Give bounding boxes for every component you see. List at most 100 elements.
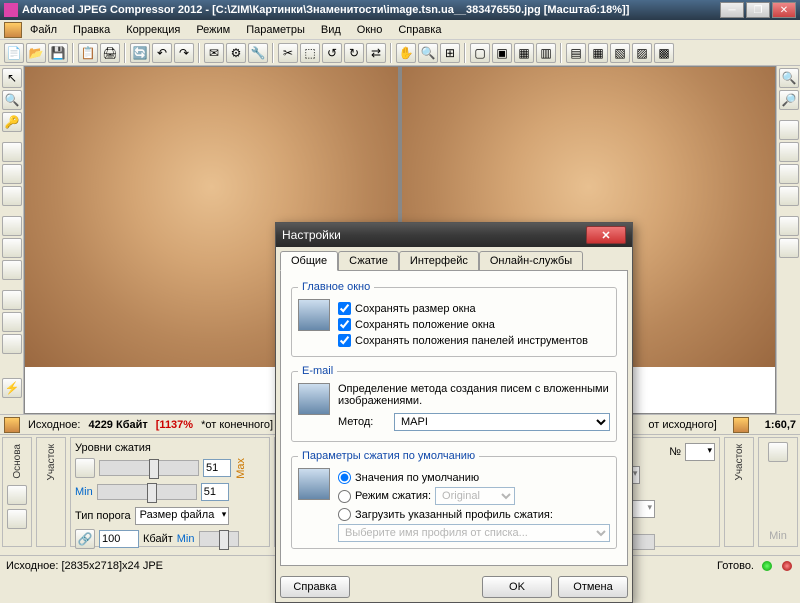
zoom-out-icon[interactable]: 🔎 xyxy=(779,90,799,110)
email-icon[interactable]: ✉ xyxy=(204,43,224,63)
tab-interface[interactable]: Интерфейс xyxy=(399,251,479,270)
result-suffix: от исходного] xyxy=(648,419,716,431)
tool-icon[interactable]: ⊞ xyxy=(440,43,460,63)
open-icon[interactable]: 📂 xyxy=(26,43,46,63)
compression-slider-2[interactable] xyxy=(97,484,197,500)
tool-icon[interactable] xyxy=(779,186,799,206)
fieldset-email: E-mail Определение метода создания писем… xyxy=(291,365,617,442)
tool-icon[interactable]: 🖨 xyxy=(100,43,120,63)
menu-view[interactable]: Вид xyxy=(313,22,349,38)
min-label: Min xyxy=(75,486,93,498)
scale-value: 1:60,7 xyxy=(765,419,796,431)
tool-icon[interactable] xyxy=(779,120,799,140)
help-button[interactable]: Справка xyxy=(280,576,350,598)
refresh-icon[interactable]: 🔄 xyxy=(130,43,150,63)
save-icon[interactable]: 💾 xyxy=(48,43,68,63)
view-icon[interactable]: ▨ xyxy=(632,43,652,63)
crop-icon[interactable]: ✂ xyxy=(278,43,298,63)
menu-file[interactable]: Файл xyxy=(22,22,65,38)
tab-online[interactable]: Онлайн-службы xyxy=(479,251,583,270)
tool-icon[interactable] xyxy=(2,164,22,184)
view-icon[interactable]: ▤ xyxy=(566,43,586,63)
unit-label: Кбайт xyxy=(143,533,173,545)
layout-icon[interactable]: ▥ xyxy=(536,43,556,63)
layout-icon[interactable]: ▦ xyxy=(514,43,534,63)
menu-mode[interactable]: Режим xyxy=(188,22,238,38)
menu-correction[interactable]: Коррекция xyxy=(118,22,188,38)
view-icon[interactable]: ▩ xyxy=(654,43,674,63)
tool-icon[interactable] xyxy=(779,238,799,258)
rotate-right-icon[interactable]: ↻ xyxy=(344,43,364,63)
compression-value-1[interactable] xyxy=(203,459,231,477)
size-slider[interactable] xyxy=(199,531,239,547)
tool-icon[interactable] xyxy=(779,216,799,236)
watermark-no-combo[interactable] xyxy=(685,443,715,461)
app-menu-icon[interactable] xyxy=(4,22,22,38)
zoom-icon[interactable]: 🔍 xyxy=(418,43,438,63)
undo-icon[interactable]: ↶ xyxy=(152,43,172,63)
view-icon[interactable]: ▦ xyxy=(588,43,608,63)
pointer-icon[interactable]: ↖ xyxy=(2,68,22,88)
maximize-button[interactable]: ❐ xyxy=(746,2,770,18)
tool-icon[interactable] xyxy=(2,186,22,206)
method-select[interactable]: MAPI xyxy=(394,413,610,431)
dialog-title: Настройки xyxy=(282,228,586,242)
tab-general[interactable]: Общие xyxy=(280,251,338,271)
rotate-left-icon[interactable]: ↺ xyxy=(322,43,342,63)
key-icon[interactable]: 🔑 xyxy=(2,112,22,132)
cb-save-toolbars[interactable] xyxy=(338,334,351,347)
layout-icon[interactable]: ▣ xyxy=(492,43,512,63)
tab-compression[interactable]: Сжатие xyxy=(338,251,399,270)
tool-icon[interactable] xyxy=(2,312,22,332)
dialog-close-button[interactable]: ✕ xyxy=(586,226,626,244)
zoom-icon[interactable]: 🔍 xyxy=(2,90,22,110)
radio-profile[interactable] xyxy=(338,508,351,521)
layout-icon[interactable]: ▢ xyxy=(470,43,490,63)
compression-slider-1[interactable] xyxy=(99,460,199,476)
radio-default[interactable] xyxy=(338,471,351,484)
cb-save-size[interactable] xyxy=(338,302,351,315)
new-icon[interactable]: 📄 xyxy=(4,43,24,63)
close-button[interactable]: ✕ xyxy=(772,2,796,18)
tool-icon[interactable] xyxy=(7,485,27,505)
compression-value-2[interactable] xyxy=(201,483,229,501)
tool-icon[interactable] xyxy=(2,334,22,354)
tool-icon[interactable] xyxy=(2,216,22,236)
tool-icon[interactable] xyxy=(2,290,22,310)
link-icon[interactable]: 🔗 xyxy=(75,529,95,549)
resize-icon[interactable]: ⬚ xyxy=(300,43,320,63)
tool-icon[interactable]: 📋 xyxy=(78,43,98,63)
tool-icon[interactable] xyxy=(768,442,788,462)
tool-icon[interactable] xyxy=(779,164,799,184)
tool-icon[interactable] xyxy=(2,238,22,258)
tool-icon[interactable] xyxy=(2,142,22,162)
preset-icon[interactable] xyxy=(75,458,95,478)
flip-icon[interactable]: ⇄ xyxy=(366,43,386,63)
tool-icon[interactable] xyxy=(7,509,27,529)
menu-window[interactable]: Окно xyxy=(349,22,391,38)
source-size: 4229 Кбайт xyxy=(88,419,147,431)
view-icon[interactable]: ▧ xyxy=(610,43,630,63)
tool-icon[interactable] xyxy=(779,142,799,162)
settings-icon[interactable]: ⚙ xyxy=(226,43,246,63)
zoom-in-icon[interactable]: 🔍 xyxy=(779,68,799,88)
tool-icon[interactable]: 🔧 xyxy=(248,43,268,63)
cb-save-pos[interactable] xyxy=(338,318,351,331)
menu-params[interactable]: Параметры xyxy=(238,22,313,38)
section-base-label: Основа xyxy=(10,442,25,481)
dialog-body: Главное окно Сохранять размер окна Сохра… xyxy=(280,270,628,566)
menu-help[interactable]: Справка xyxy=(390,22,449,38)
tool-icon[interactable] xyxy=(2,260,22,280)
redo-icon[interactable]: ↷ xyxy=(174,43,194,63)
dialog-titlebar[interactable]: Настройки ✕ xyxy=(276,223,632,247)
size-input[interactable] xyxy=(99,530,139,548)
led-green-icon xyxy=(762,561,772,571)
cancel-button[interactable]: Отмена xyxy=(558,576,628,598)
menu-edit[interactable]: Правка xyxy=(65,22,118,38)
minimize-button[interactable]: ─ xyxy=(720,2,744,18)
hand-icon[interactable]: ✋ xyxy=(396,43,416,63)
threshold-combo[interactable]: Размер файла xyxy=(135,507,230,525)
radio-mode[interactable] xyxy=(338,490,351,503)
lightning-icon[interactable]: ⚡ xyxy=(2,378,22,398)
ok-button[interactable]: OK xyxy=(482,576,552,598)
